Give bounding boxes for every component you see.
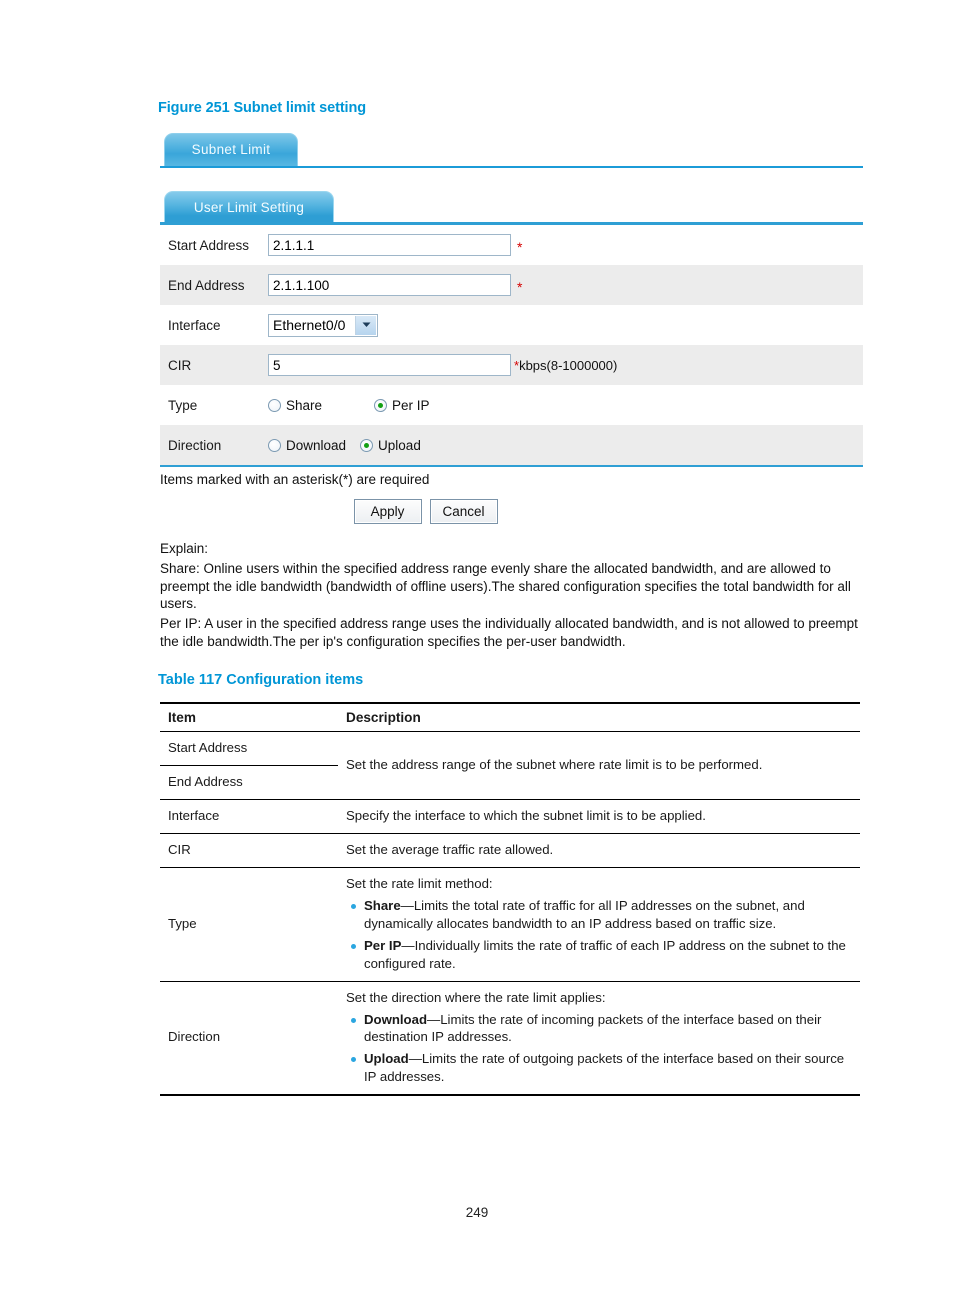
form-row-interface: Interface Ethernet0/0 [160, 305, 863, 345]
direction-option-upload[interactable]: Upload [360, 438, 421, 453]
type-option-share[interactable]: Share [268, 398, 322, 413]
table-header-description: Description [338, 702, 860, 732]
type-bullet-share-text: —Limits the total rate of traffic for al… [364, 897, 805, 931]
cell-cir-desc: Set the average traffic rate allowed. [338, 833, 860, 868]
explain-share: Share: Online users within the specified… [160, 560, 851, 612]
direction-radio-group: Download Upload [268, 438, 443, 453]
end-address-input[interactable] [268, 274, 511, 296]
inner-tabstrip: User Limit Setting [160, 188, 863, 225]
end-address-required-mark: * [517, 279, 523, 295]
cir-input[interactable] [268, 354, 511, 376]
type-bullet-share: Share—Limits the total rate of traffic f… [351, 897, 850, 933]
form-button-row: Apply Cancel [160, 499, 863, 524]
type-bullet-per-ip: Per IP—Individually limits the rate of t… [351, 937, 850, 973]
tab-user-limit-setting-label: User Limit Setting [193, 200, 305, 215]
required-note: Items marked with an asterisk(*) are req… [160, 472, 430, 487]
start-address-input[interactable] [268, 234, 511, 256]
type-desc-intro: Set the rate limit method: [346, 875, 493, 891]
type-bullet-share-term: Share [364, 897, 401, 913]
direction-desc-intro: Set the direction where the rate limit a… [346, 989, 606, 1005]
table-row-type: Type Set the rate limit method: Share—Li… [160, 867, 860, 982]
cir-hint-text: kbps(8-1000000) [519, 357, 618, 373]
direction-bullet-list: Download—Limits the rate of incoming pac… [346, 1011, 850, 1087]
table-row-direction: Direction Set the direction where the ra… [160, 981, 860, 1097]
table-row-cir: CIR Set the average traffic rate allowed… [160, 833, 860, 868]
type-option-per-ip[interactable]: Per IP [374, 398, 430, 413]
direction-option-upload-label: Upload [378, 437, 421, 453]
embedded-screenshot: Subnet Limit User Limit Setting Start Ad… [160, 128, 863, 653]
outer-tabstrip-rule [160, 166, 863, 168]
form-row-start-address: Start Address * [160, 225, 863, 265]
type-option-per-ip-label: Per IP [392, 397, 430, 413]
form-row-end-address: End Address * [160, 265, 863, 305]
configuration-items-table: Item Description Start Address Set the a… [160, 702, 860, 1097]
figure-caption: Figure 251 Subnet limit setting [158, 100, 366, 116]
user-limit-panel: User Limit Setting Start Address * End A… [160, 188, 863, 651]
direction-bullet-upload: Upload—Limits the rate of outgoing packe… [351, 1050, 850, 1086]
cir-label: CIR [168, 357, 192, 373]
chevron-down-icon[interactable] [355, 315, 376, 335]
cell-type: Type [160, 867, 338, 982]
type-bullet-list: Share—Limits the total rate of traffic f… [346, 897, 850, 973]
apply-button[interactable]: Apply [353, 499, 422, 524]
direction-bullet-download-text: —Limits the rate of incoming packets of … [364, 1011, 822, 1045]
interface-select[interactable]: Ethernet0/0 [268, 313, 378, 337]
interface-select-value: Ethernet0/0 [273, 317, 346, 333]
type-option-share-label: Share [286, 397, 323, 413]
tab-subnet-limit[interactable]: Subnet Limit [164, 133, 298, 166]
cir-hint: *kbps(8-1000000) [514, 358, 617, 373]
direction-bullet-upload-term: Upload [364, 1051, 409, 1067]
form-row-cir: CIR *kbps(8-1000000) [160, 345, 863, 385]
cell-interface: Interface [160, 799, 338, 834]
cell-interface-desc: Specify the interface to which the subne… [338, 799, 860, 834]
radio-icon-share[interactable] [268, 398, 281, 412]
start-address-label: Start Address [168, 237, 250, 253]
type-radio-group: Share Per IP [268, 398, 452, 413]
cell-direction: Direction [160, 981, 338, 1097]
explain-heading: Explain: [160, 541, 209, 556]
table-header-row: Item Description [160, 702, 860, 732]
cell-end-address: End Address [160, 765, 338, 800]
cancel-button[interactable]: Cancel [429, 499, 498, 524]
cell-cir: CIR [160, 833, 338, 868]
table-caption: Table 117 Configuration items [158, 672, 364, 688]
table-header-item: Item [160, 702, 338, 732]
radio-icon-download[interactable] [268, 438, 281, 452]
direction-option-download-label: Download [286, 437, 347, 453]
user-limit-form: Start Address * End Address * Interface [160, 225, 863, 467]
outer-tabstrip: Subnet Limit [160, 128, 863, 168]
type-bullet-per-ip-term: Per IP [364, 937, 402, 953]
radio-icon-upload[interactable] [360, 438, 374, 452]
direction-bullet-upload-text: —Limits the rate of outgoing packets of … [364, 1051, 845, 1085]
direction-bullet-download: Download—Limits the rate of incoming pac… [351, 1011, 850, 1047]
radio-icon-per-ip[interactable] [374, 398, 388, 412]
table-row-start-address: Start Address Set the address range of t… [160, 731, 860, 800]
tab-user-limit-setting[interactable]: User Limit Setting [164, 191, 334, 225]
type-bullet-per-ip-text: —Individually limits the rate of traffic… [364, 937, 846, 971]
document-page: Figure 251 Subnet limit setting Subnet L… [0, 0, 954, 1296]
type-label: Type [168, 397, 198, 413]
start-address-required-mark: * [517, 239, 523, 255]
explain-block: Explain: Share: Online users within the … [160, 540, 860, 651]
cell-start-address: Start Address [160, 731, 338, 766]
form-row-direction: Direction Download Upload [160, 425, 863, 465]
page-number: 249 [465, 1205, 489, 1220]
tab-subnet-limit-label: Subnet Limit [191, 142, 271, 157]
direction-label: Direction [168, 437, 222, 453]
interface-label: Interface [168, 317, 221, 333]
direction-option-download[interactable]: Download [268, 438, 346, 453]
explain-per-ip: Per IP: A user in the specified address … [160, 616, 858, 650]
cell-direction-desc: Set the direction where the rate limit a… [338, 981, 860, 1097]
cell-type-desc: Set the rate limit method: Share—Limits … [338, 867, 860, 982]
end-address-label: End Address [168, 277, 245, 293]
direction-bullet-download-term: Download [364, 1011, 428, 1027]
cell-address-range-desc: Set the address range of the subnet wher… [338, 731, 860, 800]
table-row-interface: Interface Specify the interface to which… [160, 799, 860, 834]
form-row-type: Type Share Per IP [160, 385, 863, 425]
